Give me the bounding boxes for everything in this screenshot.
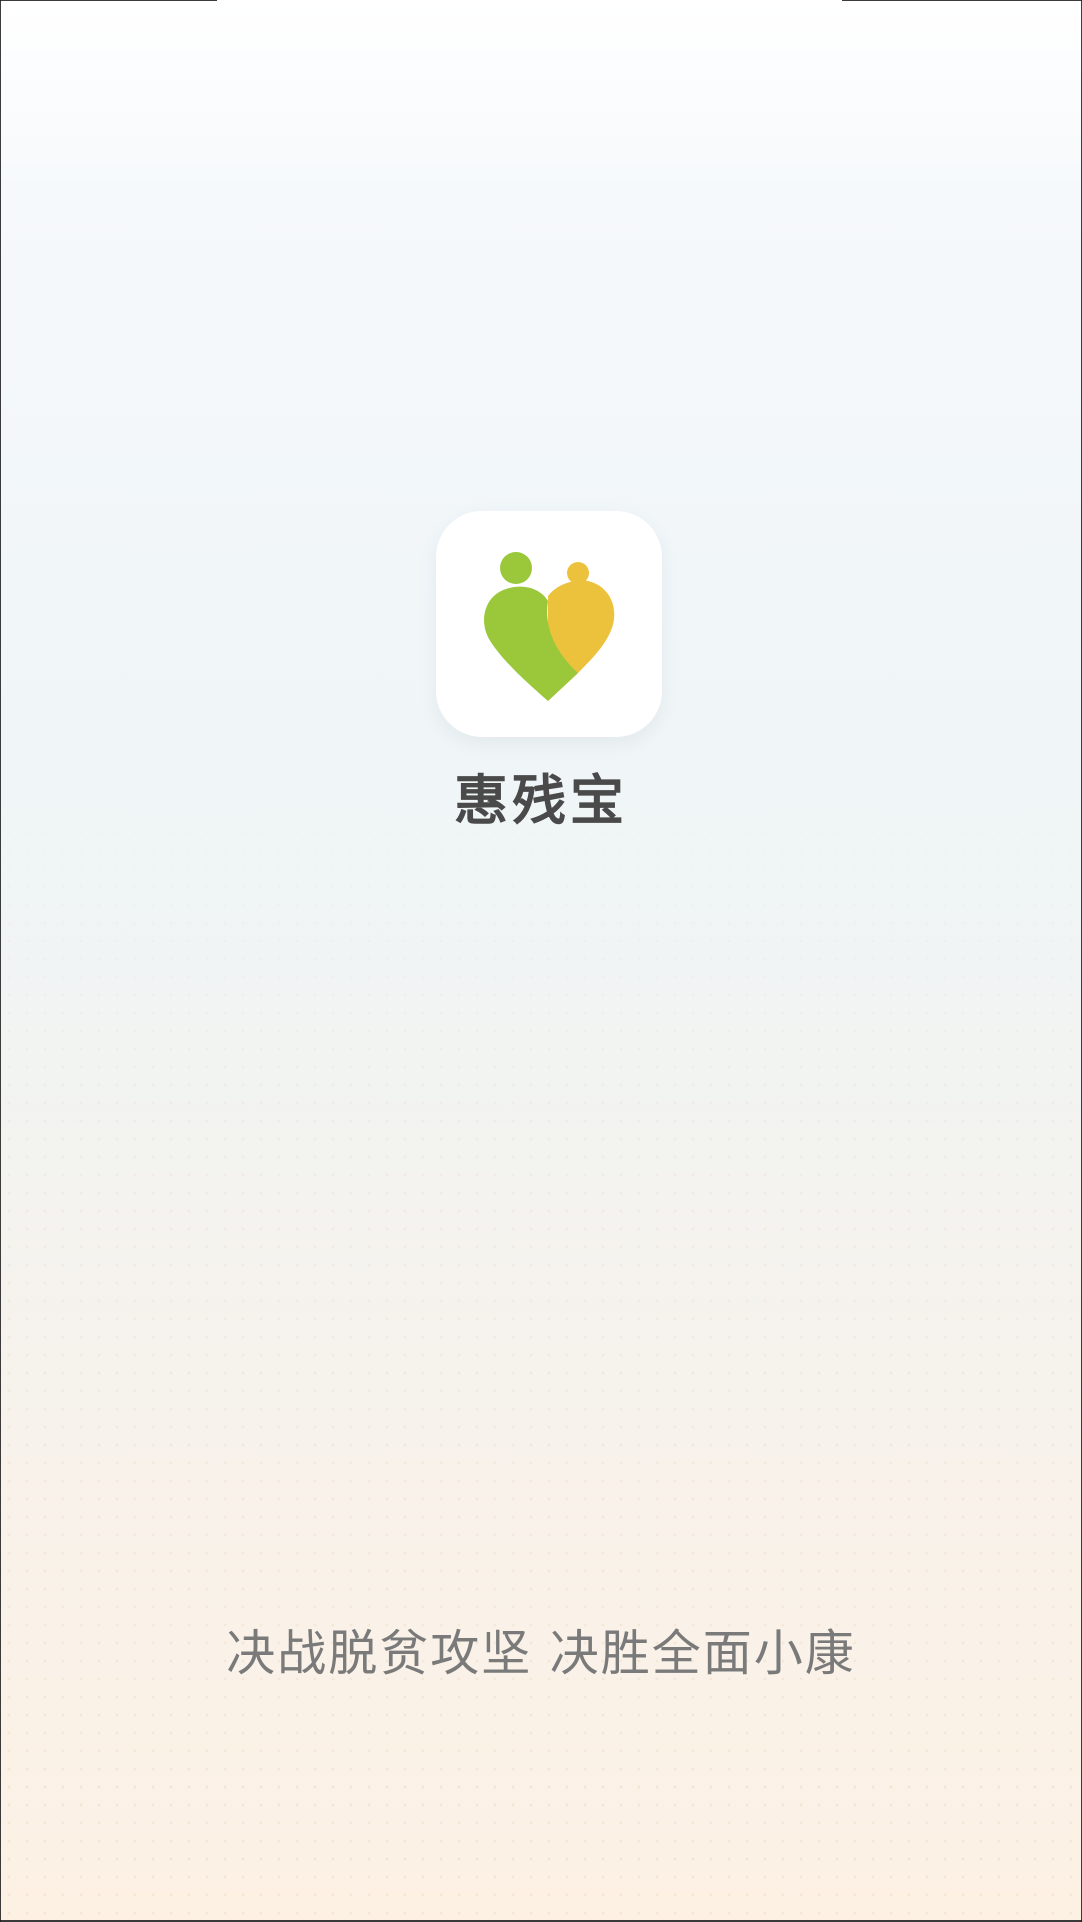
screen-border-top-left [0,0,217,1]
heart-people-logo-icon [484,552,615,701]
app-logo-icon [436,511,662,737]
screen-border-top-right [842,0,1082,1]
dot-pattern-background [0,770,1082,1922]
slogan-text: 决战脱贫攻坚 决胜全面小康 [226,1625,856,1682]
app-name-title: 惠残宝 [454,769,628,832]
splash-screen: 惠残宝 决战脱贫攻坚 决胜全面小康 [0,0,1082,1922]
